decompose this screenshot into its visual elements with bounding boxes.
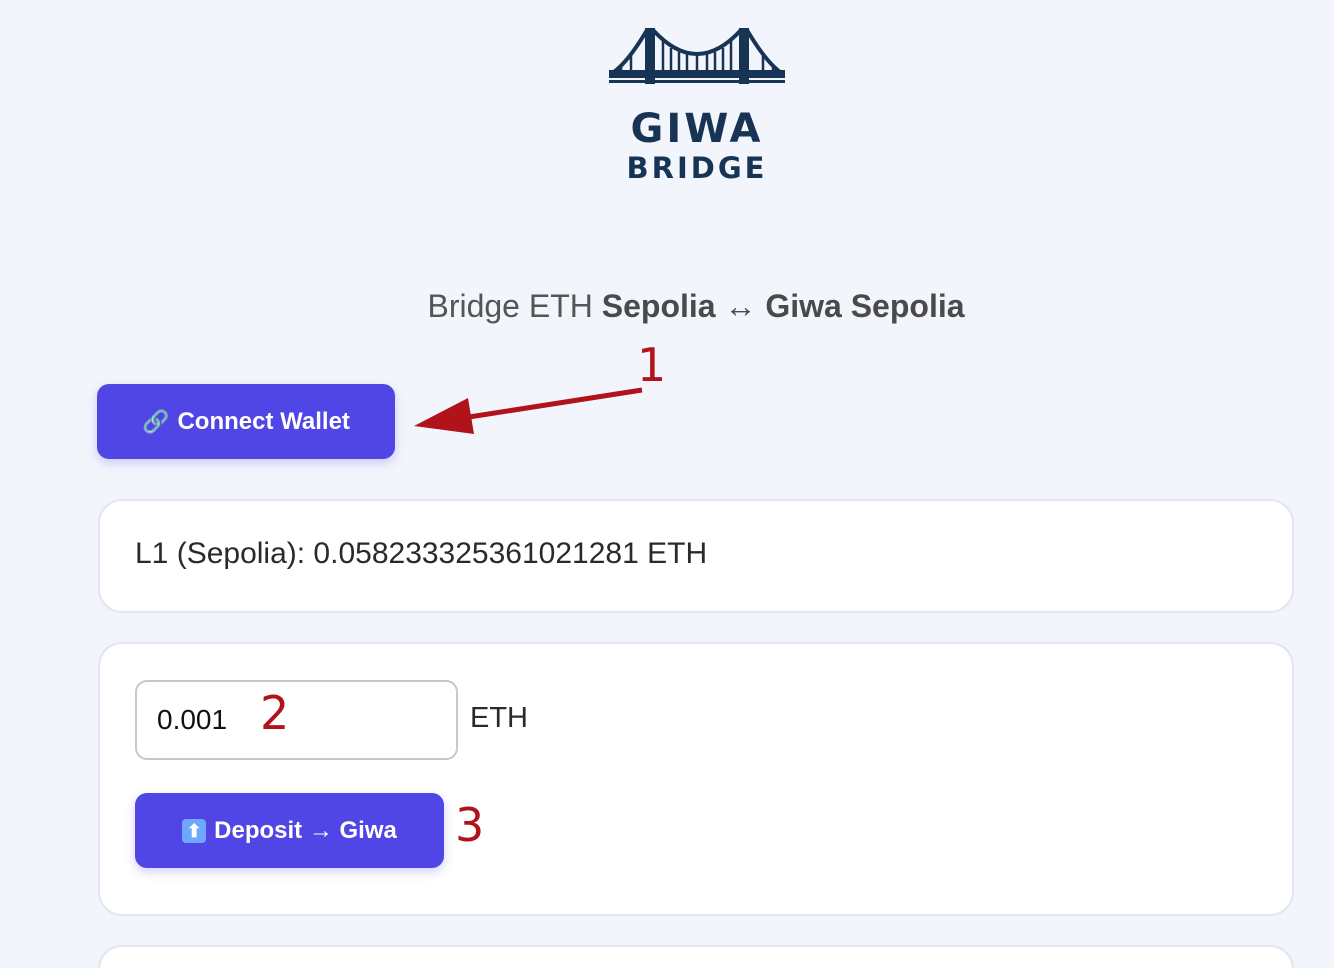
subtitle-from-network: Sepolia (601, 288, 716, 324)
deposit-button[interactable]: ⬆ Deposit → Giwa (135, 793, 444, 868)
balance-card: L1 (Sepolia): 0.058233325361021281 ETH (98, 499, 1294, 613)
annotation-step-2: 2 (260, 686, 290, 740)
connect-wallet-label: Connect Wallet (177, 407, 350, 435)
next-card (98, 945, 1294, 968)
giwa-bridge-logo: GIWA BRIDGE (607, 24, 787, 189)
link-icon: 🔗 (142, 408, 170, 434)
page: GIWA BRIDGE Bridge ETH Sepolia ↔ Giwa Se… (0, 0, 1334, 968)
subtitle-prefix: Bridge ETH (427, 288, 593, 324)
bridge-icon (609, 28, 785, 84)
deposit-card: 2 ETH ⬆ Deposit → Giwa 3 (98, 642, 1294, 916)
up-arrow-icon: ⬆ (182, 818, 207, 843)
logo-text-bridge: BRIDGE (626, 151, 768, 185)
amount-input[interactable] (135, 680, 458, 760)
deposit-button-label: Deposit → Giwa (214, 816, 397, 844)
annotation-arrow-icon (414, 387, 643, 434)
logo-text-giwa: GIWA (630, 106, 764, 152)
subtitle-arrow: ↔ (724, 288, 757, 324)
connect-wallet-button[interactable]: 🔗 Connect Wallet (97, 384, 395, 459)
l1-balance: L1 (Sepolia): 0.058233325361021281 ETH (135, 537, 708, 570)
annotation-step-3: 3 (455, 798, 485, 852)
subtitle-to-network: Giwa Sepolia (765, 288, 965, 324)
page-subtitle: Bridge ETH Sepolia ↔ Giwa Sepolia (0, 288, 1334, 325)
amount-unit-label: ETH (470, 702, 528, 734)
